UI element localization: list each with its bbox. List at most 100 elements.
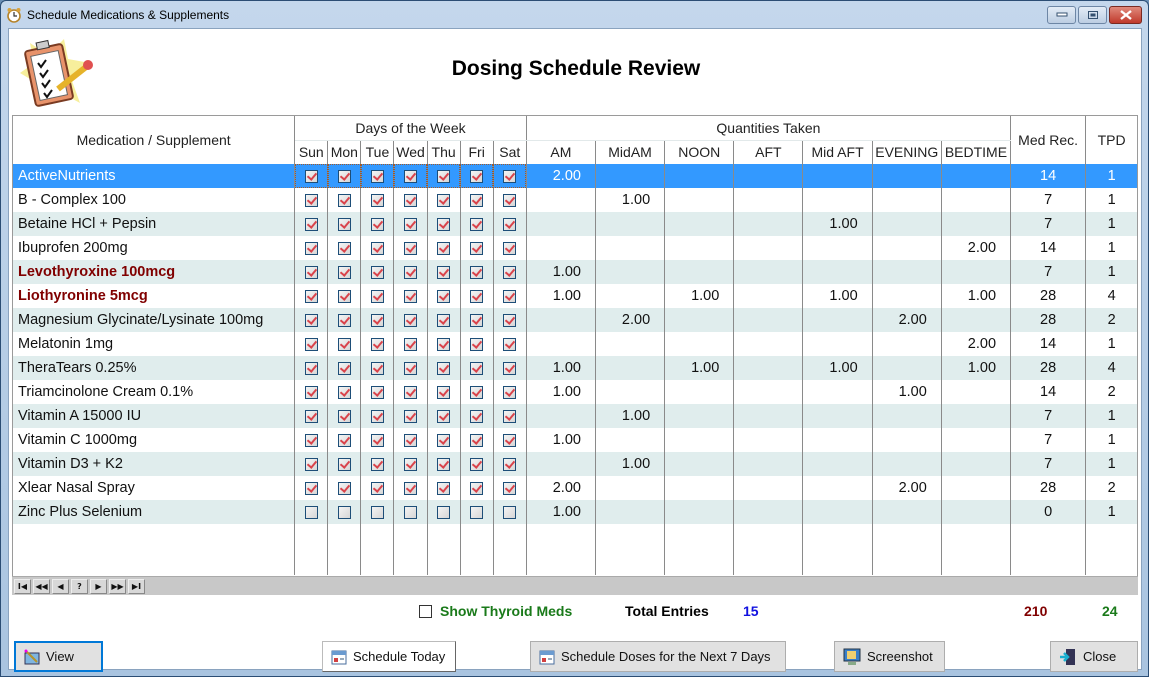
table-row[interactable]: Melatonin 1mg 2.00 14 1 [13,332,1137,356]
next-record-button[interactable]: ▶ [90,578,107,594]
quantity-cell[interactable]: 2.00 [872,308,942,332]
col-header-day[interactable]: Thu [427,140,461,164]
quantity-cell[interactable] [595,476,666,500]
col-header-day[interactable]: Mon [327,140,362,164]
tpd-cell[interactable]: 1 [1086,428,1137,452]
medication-name-cell[interactable]: Zinc Plus Selenium [13,500,296,524]
quantity-cell[interactable] [664,404,735,428]
quantity-cell[interactable]: 1.00 [941,356,1012,380]
quantity-cell[interactable]: 1.00 [595,452,666,476]
day-checkbox[interactable] [370,313,384,327]
quantity-cell[interactable] [595,356,666,380]
quantity-cell[interactable] [595,284,666,308]
maximize-button[interactable] [1078,6,1107,24]
day-checkbox[interactable] [437,385,451,399]
quantity-cell[interactable] [872,236,942,260]
quantity-cell[interactable] [733,164,804,188]
day-checkbox[interactable] [470,313,484,327]
quantity-cell[interactable]: 1.00 [526,500,596,524]
quantity-cell[interactable]: 2.00 [941,332,1012,356]
screenshot-button[interactable]: Screenshot [834,641,945,672]
table-row[interactable]: Xlear Nasal Spray 2.00 2.00 28 2 [13,476,1137,500]
medication-name-cell[interactable]: Xlear Nasal Spray [13,476,296,500]
day-checkbox[interactable] [503,169,517,183]
quantity-cell[interactable]: 1.00 [526,260,596,284]
col-header-medication[interactable]: Medication / Supplement [13,116,296,164]
quantity-cell[interactable] [526,188,596,212]
day-checkbox[interactable] [437,265,451,279]
next-page-button[interactable]: ▶▶ [109,578,126,594]
tpd-cell[interactable]: 4 [1085,356,1137,380]
day-checkbox[interactable] [470,505,484,519]
day-checkbox[interactable] [304,265,318,279]
quantity-cell[interactable] [941,260,1012,284]
tpd-cell[interactable]: 1 [1086,188,1137,212]
quantity-cell[interactable] [802,164,873,188]
quantity-cell[interactable] [733,236,804,260]
day-checkbox[interactable] [304,289,318,303]
quantity-cell[interactable] [733,452,804,476]
previous-record-button[interactable]: ◀ [52,578,69,594]
quantity-cell[interactable] [941,404,1012,428]
quantity-cell[interactable] [802,428,873,452]
quantity-cell[interactable] [595,428,666,452]
quantity-cell[interactable] [872,332,942,356]
quantity-cell[interactable] [733,284,804,308]
quantity-cell[interactable]: 2.00 [526,476,596,500]
table-row[interactable]: Vitamin C 1000mg 1.00 7 1 [13,428,1137,452]
quantity-cell[interactable] [595,380,666,404]
table-row[interactable]: B - Complex 100 1.00 7 1 [13,188,1137,212]
quantity-cell[interactable] [595,332,666,356]
day-checkbox[interactable] [337,337,351,351]
day-checkbox[interactable] [370,337,384,351]
day-checkbox[interactable] [437,169,451,183]
quantity-cell[interactable] [733,428,804,452]
quantity-cell[interactable] [664,212,735,236]
quantity-cell[interactable] [802,260,873,284]
day-checkbox[interactable] [337,385,351,399]
day-checkbox[interactable] [370,169,384,183]
day-checkbox[interactable] [503,337,517,351]
quantity-cell[interactable] [733,404,804,428]
day-checkbox[interactable] [437,481,451,495]
close-window-button[interactable] [1109,6,1142,24]
previous-page-button[interactable]: ◀◀ [33,578,50,594]
day-checkbox[interactable] [304,337,318,351]
day-checkbox[interactable] [337,217,351,231]
close-button[interactable]: Close [1050,641,1138,672]
day-checkbox[interactable] [437,457,451,471]
day-checkbox[interactable] [470,433,484,447]
med-rec-cell[interactable]: 7 [1010,212,1087,236]
quantity-cell[interactable] [526,452,596,476]
day-checkbox[interactable] [470,457,484,471]
table-row[interactable]: Zinc Plus Selenium 1.00 0 1 [13,500,1137,524]
quantity-cell[interactable] [664,308,735,332]
day-checkbox[interactable] [337,361,351,375]
tpd-cell[interactable]: 1 [1085,260,1137,284]
quantity-cell[interactable] [802,500,873,524]
day-checkbox[interactable] [437,289,451,303]
tpd-cell[interactable]: 1 [1086,236,1137,260]
minimize-button[interactable] [1047,6,1076,24]
day-checkbox[interactable] [370,217,384,231]
quantity-cell[interactable] [802,308,873,332]
quantity-cell[interactable] [664,380,735,404]
quantity-cell[interactable] [802,188,873,212]
medication-name-cell[interactable]: Levothyroxine 100mcg [13,260,296,284]
medication-name-cell[interactable]: TheraTears 0.25% [13,356,296,380]
med-rec-cell[interactable]: 0 [1010,500,1087,524]
quantity-cell[interactable] [733,476,804,500]
quantity-cell[interactable] [664,500,735,524]
quantity-cell[interactable] [872,188,942,212]
col-header-quantity[interactable]: AM [526,140,596,164]
quantity-cell[interactable]: 1.00 [802,284,873,308]
show-thyroid-checkbox[interactable] [419,605,432,618]
quantity-cell[interactable] [872,260,942,284]
quantity-cell[interactable] [872,500,942,524]
tpd-cell[interactable]: 1 [1085,452,1137,476]
day-checkbox[interactable] [503,481,517,495]
quantity-cell[interactable] [941,428,1012,452]
day-checkbox[interactable] [437,409,451,423]
col-header-day[interactable]: Sun [294,140,329,164]
day-checkbox[interactable] [503,265,517,279]
